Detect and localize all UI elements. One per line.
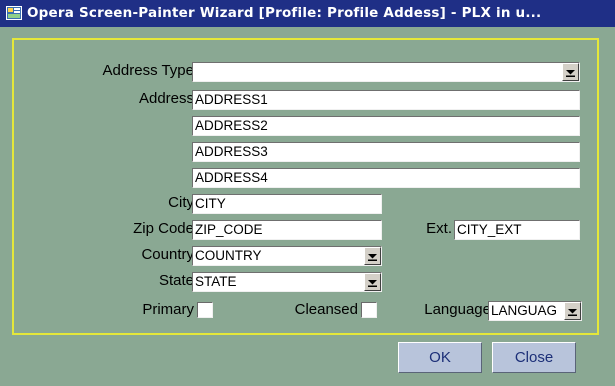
address-form-panel: Address Type Address ADDRESS1 ADDRESS2 A… [12,38,599,335]
country-label: Country [141,246,194,263]
language-combo[interactable]: LANGUAG [488,301,582,321]
address-type-dropdown-button[interactable] [562,63,579,81]
country-dropdown-button[interactable] [364,247,381,265]
address4-input[interactable]: ADDRESS4 [192,168,580,188]
cleansed-checkbox[interactable] [361,302,377,318]
cleansed-label: Cleansed [294,301,358,318]
ok-button[interactable]: OK [398,342,482,373]
close-button[interactable]: Close [492,342,576,373]
ext-label: Ext. [426,220,452,237]
top-strip [0,27,615,35]
address-type-combo[interactable] [192,62,580,82]
city-label: City [168,194,194,211]
city-input[interactable]: CITY [192,194,382,214]
title-bar[interactable]: Opera Screen-Painter Wizard [Profile: Pr… [0,0,615,27]
app-icon [6,6,22,20]
zip-code-input[interactable]: ZIP_CODE [192,220,382,240]
dropdown-arrow-icon [368,280,377,287]
state-combo[interactable]: STATE [192,272,382,292]
country-value: COUNTRY [195,248,262,263]
address1-input[interactable]: ADDRESS1 [192,90,580,110]
dropdown-arrow-icon [568,309,577,316]
language-value: LANGUAG [491,303,558,318]
country-combo[interactable]: COUNTRY [192,246,382,266]
state-dropdown-button[interactable] [364,273,381,291]
language-dropdown-button[interactable] [564,302,581,320]
state-value: STATE [195,274,237,289]
address-type-label: Address Type [102,62,194,79]
window-title: Opera Screen-Painter Wizard [Profile: Pr… [27,5,542,21]
language-label: Language [424,301,491,318]
wizard-window: Opera Screen-Painter Wizard [Profile: Pr… [0,0,615,386]
dropdown-arrow-icon [566,70,575,77]
address3-input[interactable]: ADDRESS3 [192,142,580,162]
dropdown-arrow-icon [368,254,377,261]
zip-code-label: Zip Code [133,220,194,237]
ext-input[interactable]: CITY_EXT [454,220,580,240]
state-label: State [158,272,194,289]
primary-label: Primary [142,301,194,318]
address2-input[interactable]: ADDRESS2 [192,116,580,136]
address-label: Address [138,90,194,107]
primary-checkbox[interactable] [197,302,213,318]
